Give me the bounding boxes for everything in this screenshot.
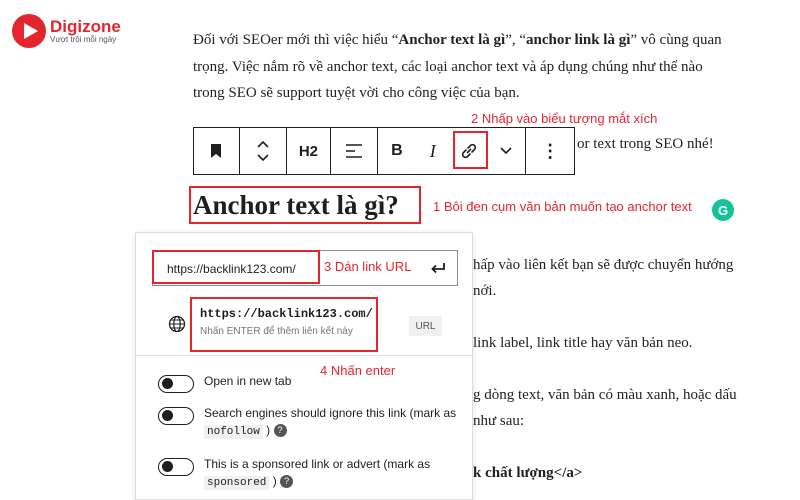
annotation-step-4: 4 Nhấn enter: [320, 363, 396, 378]
paragraph-line: Đối với SEOer mới thì việc hiểu “Anchor …: [193, 32, 722, 48]
paragraph-line: hấp vào liên kết bạn sẽ được chuyển hướn…: [473, 257, 734, 273]
option-label: This is a sponsored link or advert (mark…: [204, 457, 431, 490]
nofollow-option: Search engines should ignore this link (…: [158, 405, 464, 441]
bookmark-icon: [211, 144, 222, 158]
heading-level-button[interactable]: H2: [287, 128, 331, 174]
align-button[interactable]: [331, 128, 377, 174]
annotation-step-2: 2 Nhấp vào biểu tượng mắt xích: [471, 111, 658, 126]
help-icon[interactable]: ?: [273, 424, 287, 438]
suggestion-highlight: [190, 297, 378, 352]
paragraph-line: nới.: [473, 283, 497, 299]
sponsored-option: This is a sponsored link or advert (mark…: [158, 456, 464, 492]
paragraph-line: trong SEO sẽ support tuyệt vời cho công …: [193, 85, 520, 101]
paragraph-line: g dòng text, văn bản có màu xanh, hoặc d…: [473, 387, 737, 403]
nofollow-toggle[interactable]: [158, 407, 194, 425]
open-new-tab-option: Open in new tab: [158, 373, 464, 393]
annotation-step-1: 1 Bôi đen cụm văn bản muốn tạo anchor te…: [433, 199, 692, 214]
enter-icon: [431, 263, 445, 274]
submit-link-button[interactable]: [429, 260, 447, 281]
italic-button[interactable]: I: [416, 128, 450, 174]
play-logo-icon: [12, 14, 46, 48]
brand-tagline: Vượt trội mỗi ngày: [50, 35, 117, 44]
open-new-tab-toggle[interactable]: [158, 375, 194, 393]
bold-button[interactable]: B: [378, 128, 416, 174]
url-input-highlight: [152, 250, 320, 284]
chevron-down-icon: [500, 147, 512, 155]
paragraph-line: như sau:: [473, 413, 525, 429]
annotation-step-3: 3 Dán link URL: [324, 259, 412, 274]
link-button-highlight: [453, 131, 488, 169]
option-label: Search engines should ignore this link (…: [204, 406, 457, 439]
block-toolbar: H2 B I ⋮: [193, 127, 575, 175]
paragraph-line: trọng. Việc nắm rõ về anchor text, các l…: [193, 59, 703, 75]
block-type-button[interactable]: [194, 128, 239, 174]
heading-highlight: [189, 186, 421, 224]
code-line: k chất lượng</a>: [473, 465, 583, 481]
globe-icon: [168, 315, 186, 333]
url-type-badge: URL: [409, 316, 442, 336]
options-button[interactable]: ⋮: [526, 128, 574, 174]
paragraph-line: link label, link title hay văn bản neo.: [473, 335, 693, 351]
sponsored-toggle[interactable]: [158, 458, 194, 476]
align-icon: [346, 144, 363, 158]
more-formats-button[interactable]: [487, 128, 525, 174]
move-block-button[interactable]: [240, 128, 286, 174]
divider: [136, 355, 472, 356]
paragraph-line: or text trong SEO nhé!: [577, 136, 714, 152]
help-icon[interactable]: ?: [280, 475, 294, 489]
grammarly-icon[interactable]: G: [712, 199, 734, 221]
brand-logo: Digizone Vượt trội mỗi ngày: [12, 14, 121, 48]
move-updown-icon: [257, 140, 269, 162]
brand-name: Digizone: [50, 17, 121, 36]
